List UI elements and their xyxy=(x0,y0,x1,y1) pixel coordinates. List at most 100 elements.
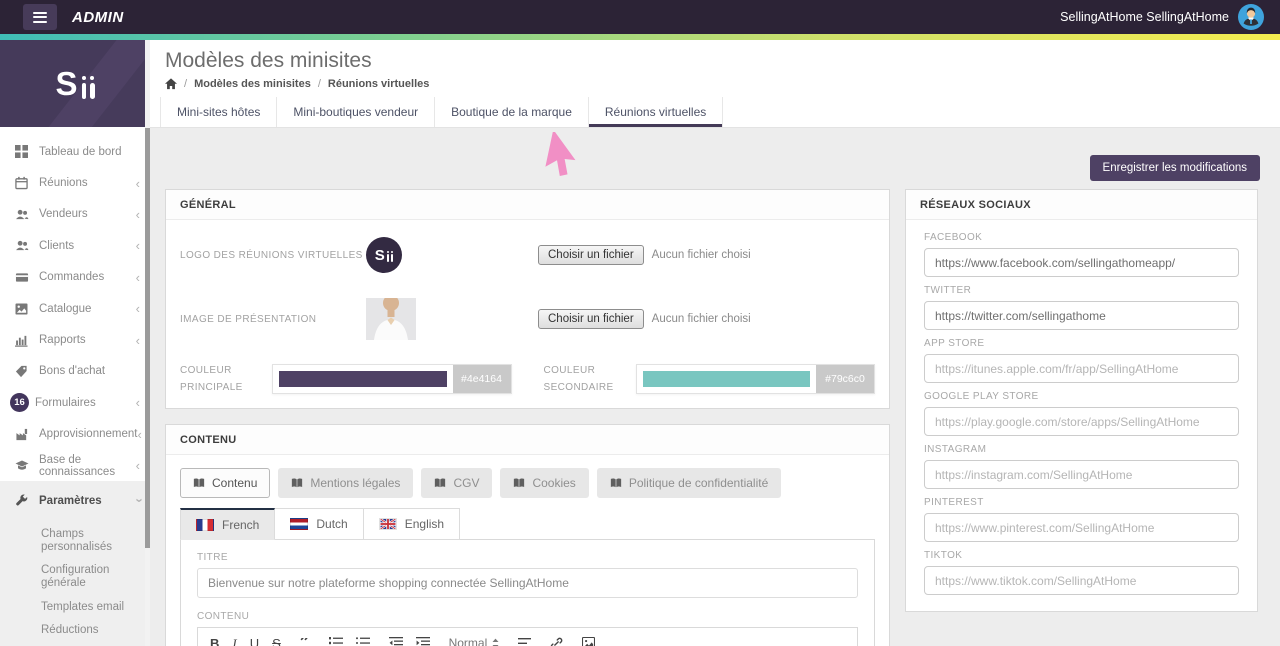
chevron-left-icon: ‹ xyxy=(137,426,142,442)
book-icon xyxy=(434,477,446,489)
presentation-image-preview xyxy=(366,298,538,340)
no-file-chosen-text: Aucun fichier choisi xyxy=(651,249,751,261)
content-panel-title: CONTENU xyxy=(166,425,889,455)
sidebar-logo[interactable]: S xyxy=(0,40,150,127)
sidebar-scrollbar[interactable] xyxy=(145,40,150,646)
sidebar-item-formulaires[interactable]: 16 Formulaires ‹ xyxy=(0,387,150,418)
logo-text: S xyxy=(55,65,78,102)
tiktok-input[interactable] xyxy=(924,566,1239,595)
underline-button[interactable]: U xyxy=(250,637,259,646)
tab-mini-sites-hotes[interactable]: Mini-sites hôtes xyxy=(160,97,277,127)
breadcrumb-item-current: Réunions virtuelles xyxy=(327,78,430,90)
sidebar-item-vendeurs[interactable]: Vendeurs ‹ xyxy=(0,199,150,230)
social-panel: RÉSEAUX SOCIAUX FACEBOOK TWITTER APP STO… xyxy=(905,189,1258,612)
general-panel: GÉNÉRAL LOGO DES RÉUNIONS VIRTUELLES S C… xyxy=(165,189,890,409)
bold-button[interactable]: B xyxy=(210,637,219,646)
chevron-left-icon: ‹ xyxy=(135,269,140,285)
facebook-input[interactable] xyxy=(924,248,1239,277)
submenu-item-reductions[interactable]: Réductions xyxy=(41,624,136,637)
sidebar-item-base-de-connaissances[interactable]: Base de connaissances ‹ xyxy=(0,450,150,481)
sidebar-item-rapports[interactable]: Rapports ‹ xyxy=(0,324,150,355)
bullet-list-icon[interactable] xyxy=(355,637,370,646)
link-icon[interactable] xyxy=(550,637,563,646)
sidebar-item-commandes[interactable]: Commandes ‹ xyxy=(0,262,150,293)
bar-chart-icon xyxy=(14,333,29,347)
twitter-input[interactable] xyxy=(924,301,1239,330)
submenu-item-champs-personnalises[interactable]: Champs personnalisés xyxy=(41,528,136,554)
format-select[interactable]: Normal xyxy=(449,637,500,646)
choose-file-button[interactable]: Choisir un fichier xyxy=(538,309,644,329)
instagram-input[interactable] xyxy=(924,460,1239,489)
field-label: PINTEREST xyxy=(924,497,984,508)
breadcrumb-separator: / xyxy=(317,78,321,90)
tab-mini-boutiques-vendeur[interactable]: Mini-boutiques vendeur xyxy=(276,97,435,127)
logo-preview: S xyxy=(366,237,538,273)
lang-tab-english[interactable]: English xyxy=(363,508,461,540)
lang-tab-label: Dutch xyxy=(316,517,348,531)
primary-color-swatch xyxy=(279,371,447,387)
primary-color-picker[interactable]: #4e4164 xyxy=(272,364,512,394)
france-flag-icon xyxy=(196,518,214,531)
lang-tab-french[interactable]: French xyxy=(180,508,276,540)
scrollbar-thumb[interactable] xyxy=(145,128,150,548)
chevron-down-icon: ‹ xyxy=(130,498,146,504)
save-button[interactable]: Enregistrer les modifications xyxy=(1089,155,1260,181)
breadcrumb-item[interactable]: Modèles des minisites xyxy=(194,78,311,90)
submenu-item-configuration-generale[interactable]: Configuration générale xyxy=(41,564,136,590)
content-tab-cgv[interactable]: CGV xyxy=(421,468,493,498)
italic-button[interactable]: I xyxy=(232,637,236,646)
submenu-item-templates-email[interactable]: Templates email xyxy=(41,601,136,614)
logo-row: LOGO DES RÉUNIONS VIRTUELLES S Choisir u… xyxy=(180,226,875,284)
sidebar-item-parametres[interactable]: Paramètres ‹ xyxy=(0,485,150,516)
home-icon[interactable] xyxy=(165,78,177,90)
outdent-icon[interactable] xyxy=(388,637,403,646)
sidebar: S Tableau de bord Réunions ‹ Vendeurs ‹ … xyxy=(0,40,150,646)
users-icon xyxy=(14,239,29,253)
field-label: TIKTOK xyxy=(924,550,963,561)
sidebar-item-catalogue[interactable]: Catalogue ‹ xyxy=(0,293,150,324)
insert-image-icon[interactable] xyxy=(582,637,596,646)
tab-boutique-de-la-marque[interactable]: Boutique de la marque xyxy=(434,97,588,127)
strikethrough-button[interactable]: S xyxy=(272,637,281,646)
blockquote-button[interactable]: ” xyxy=(300,638,310,646)
sidebar-item-tableau-de-bord[interactable]: Tableau de bord xyxy=(0,136,150,167)
count-badge: 16 xyxy=(10,393,29,413)
sidebar-settings-section: Paramètres ‹ Champs personnalisés Config… xyxy=(0,481,150,646)
contenu-label: CONTENU xyxy=(197,611,250,622)
breadcrumb-separator: / xyxy=(184,78,188,90)
lang-tab-dutch[interactable]: Dutch xyxy=(275,508,364,540)
content-panel: CONTENU Contenu Mentions légales CGV Coo… xyxy=(165,424,890,646)
align-icon[interactable] xyxy=(518,637,532,646)
ordered-list-icon[interactable] xyxy=(328,637,343,646)
field-label: TWITTER xyxy=(924,285,972,296)
logo-label: LOGO DES RÉUNIONS VIRTUELLES xyxy=(180,249,363,261)
tag-icon xyxy=(14,364,29,378)
content-tab-contenu[interactable]: Contenu xyxy=(180,468,271,498)
wrench-icon xyxy=(14,494,29,508)
indent-icon[interactable] xyxy=(415,637,430,646)
sidebar-item-reunions[interactable]: Réunions ‹ xyxy=(0,167,150,198)
graduation-cap-icon xyxy=(14,459,29,473)
googleplay-input[interactable] xyxy=(924,407,1239,436)
content-tab-mentions-legales[interactable]: Mentions légales xyxy=(278,468,414,498)
sidebar-item-approvisionnement[interactable]: Approvisionnement ‹ xyxy=(0,419,150,450)
social-field-twitter: TWITTER xyxy=(924,285,1239,330)
social-field-google-play: GOOGLE PLAY STORE xyxy=(924,391,1239,436)
sidebar-item-bons-achat[interactable]: Bons d'achat xyxy=(0,356,150,387)
appstore-input[interactable] xyxy=(924,354,1239,383)
sidebar-item-clients[interactable]: Clients ‹ xyxy=(0,230,150,261)
content-tab-cookies[interactable]: Cookies xyxy=(500,468,589,498)
content-tab-politique-confidentialite[interactable]: Politique de confidentialité xyxy=(596,468,782,498)
user-avatar[interactable] xyxy=(1238,4,1264,30)
field-label: GOOGLE PLAY STORE xyxy=(924,391,1039,402)
titre-input[interactable] xyxy=(197,568,858,598)
tab-reunions-virtuelles[interactable]: Réunions virtuelles xyxy=(587,97,724,127)
choose-file-button[interactable]: Choisir un fichier xyxy=(538,245,644,265)
hamburger-menu-icon[interactable] xyxy=(23,4,57,30)
pinterest-input[interactable] xyxy=(924,513,1239,542)
sidebar-menu: Tableau de bord Réunions ‹ Vendeurs ‹ Cl… xyxy=(0,127,150,646)
user-menu[interactable]: SellingAtHome SellingAtHome xyxy=(1060,4,1264,30)
select-arrows-icon xyxy=(492,638,499,646)
secondary-color-picker[interactable]: #79c6c0 xyxy=(635,364,875,394)
book-icon xyxy=(513,477,525,489)
